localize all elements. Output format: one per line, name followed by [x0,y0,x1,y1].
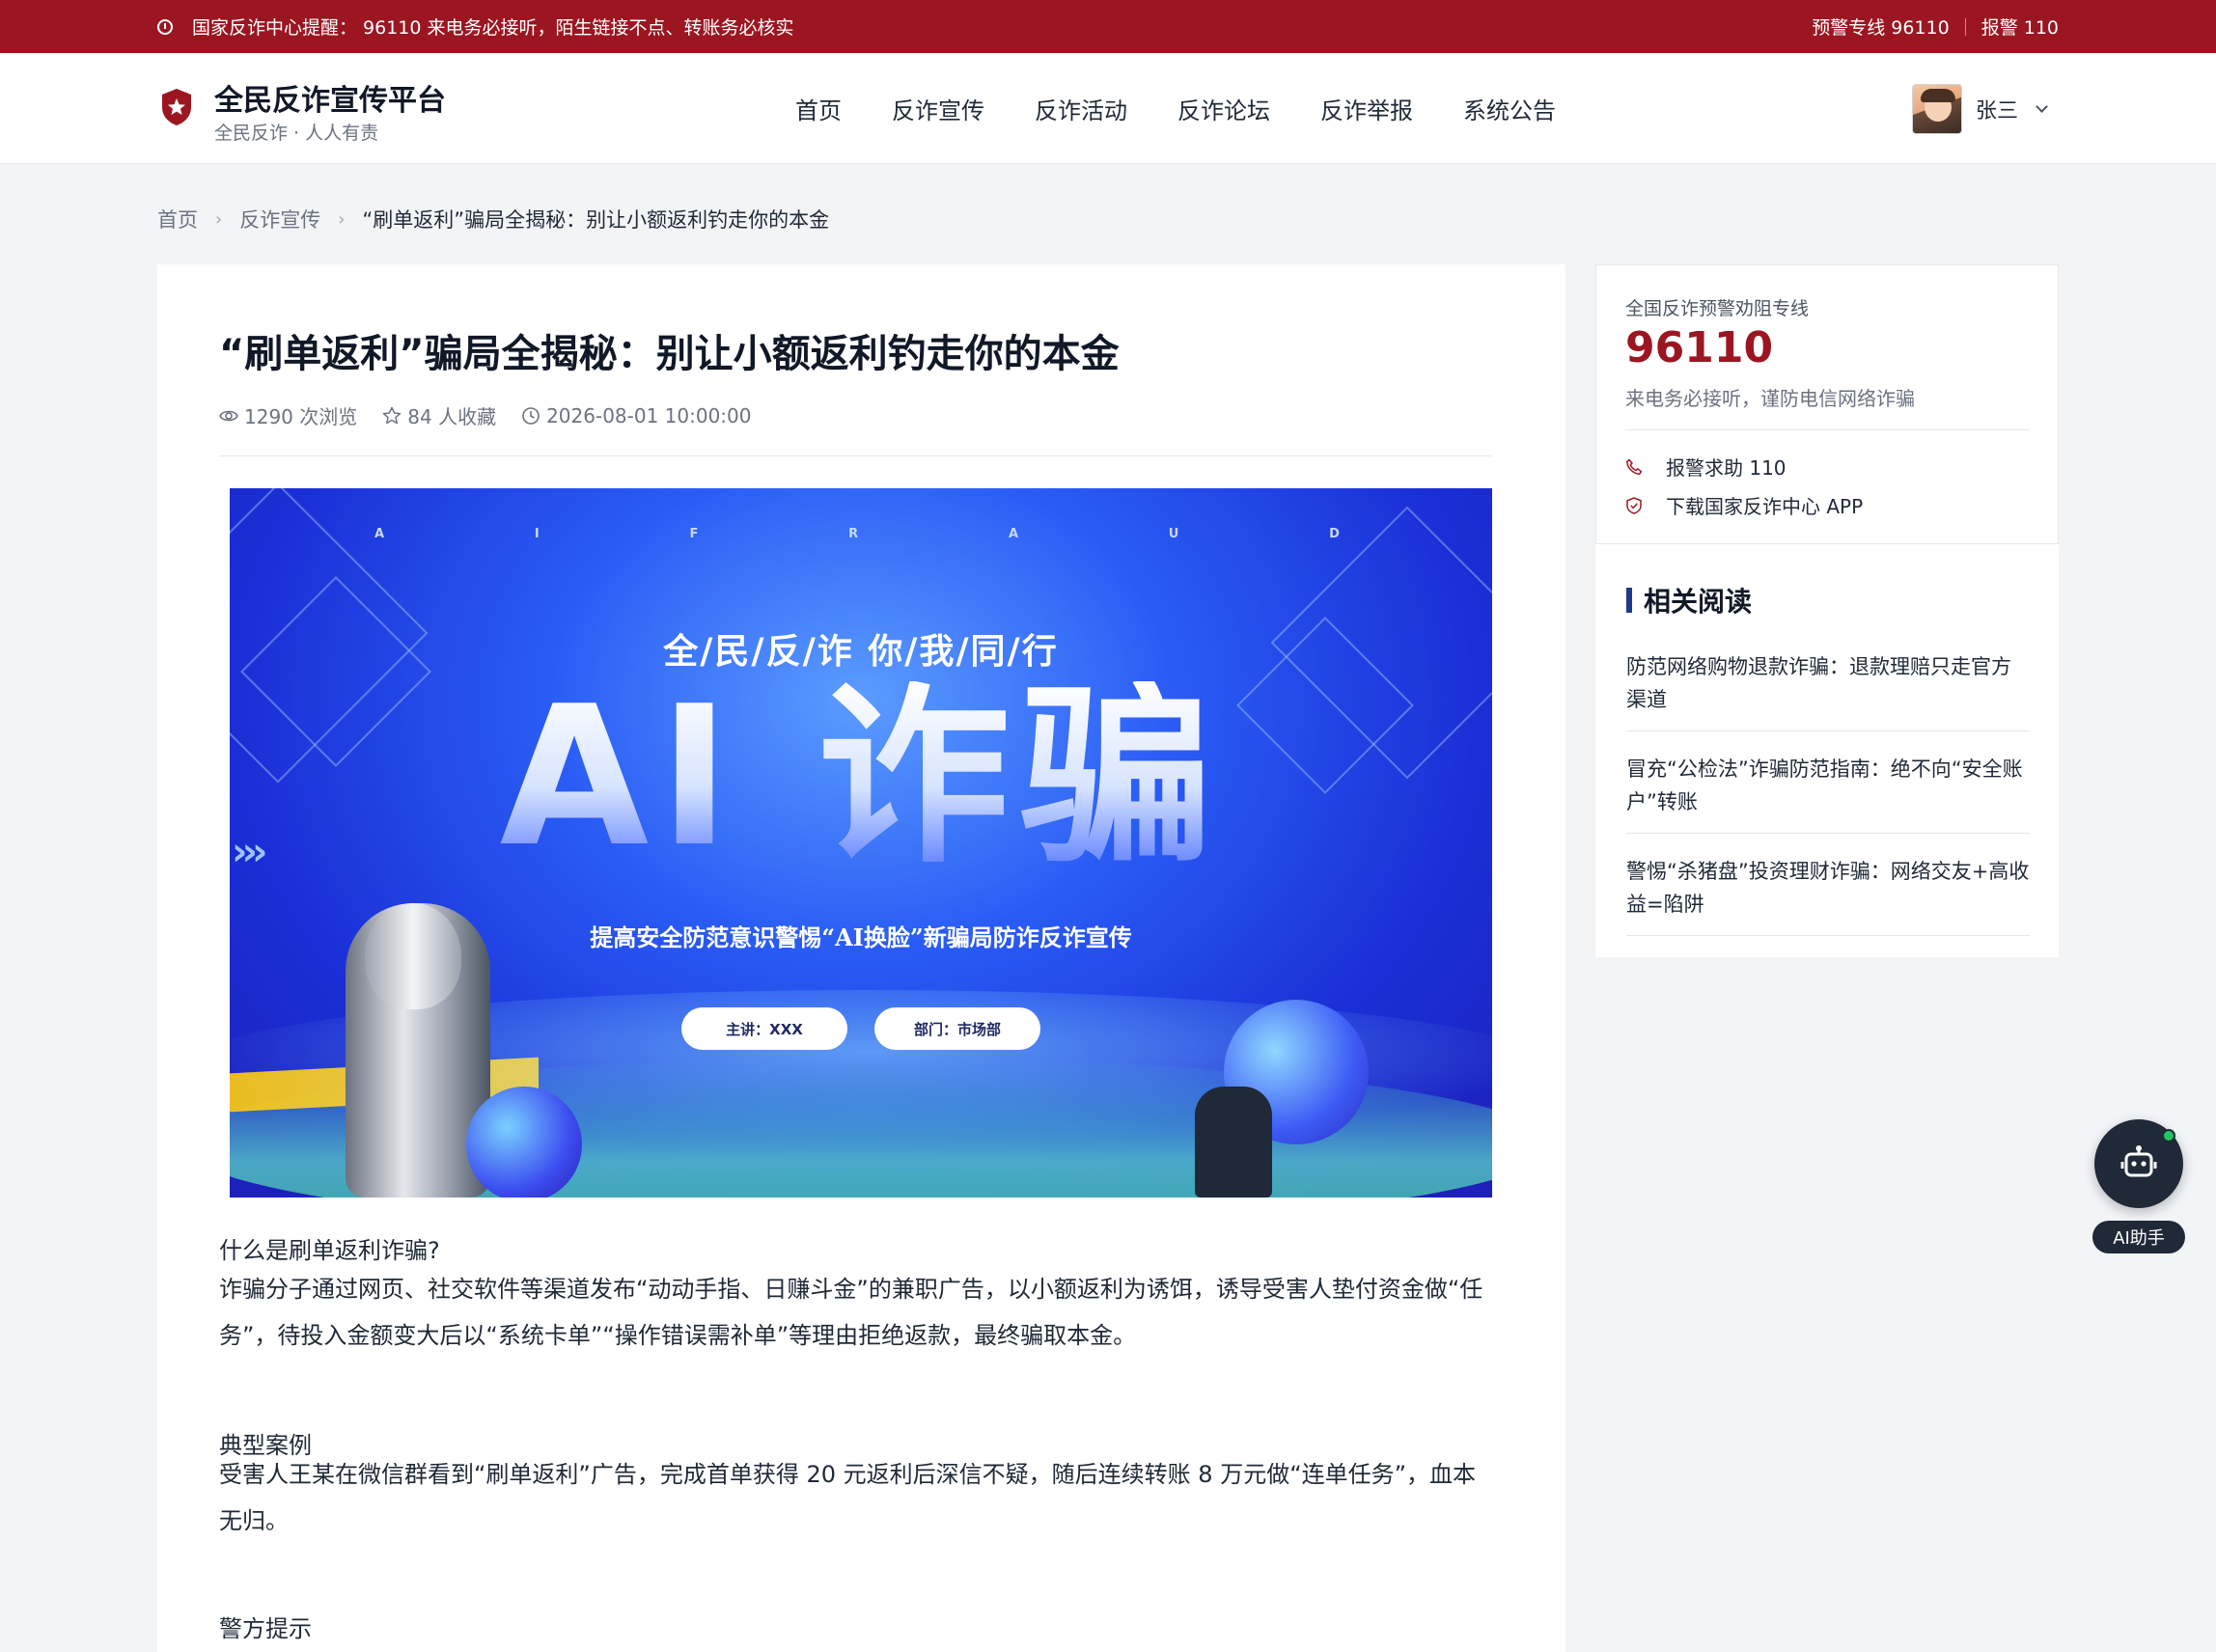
online-status-dot [2162,1129,2175,1143]
related-list: 防范网络购物退款诈骗：退款理赔只走官方渠道 冒充“公检法”诈骗防范指南：绝不向“… [1626,647,2030,953]
chevron-right-icon: › [338,208,346,230]
related-item[interactable]: 冒充“公检法”诈骗防范指南：绝不向“安全账户”转账 [1626,749,2030,834]
clock-icon [522,406,540,425]
decor-shape [466,1087,582,1198]
user-menu[interactable]: 张三 [1911,84,2048,134]
nav-announcements[interactable]: 系统公告 [1463,92,1556,125]
accent-bar [1626,588,1632,613]
nav-publicity[interactable]: 反诈宣传 [892,92,984,125]
section-heading-tips: 警方提示 [219,1615,312,1642]
police-help-link[interactable]: 报警求助 110 [1625,453,1787,481]
article-banner-image: A I F R A U D ››› 全/民/反/诈 你/我/同/行 AI 诈骗 … [230,488,1492,1198]
article-card: “刷单返利”骗局全揭秘：别让小额返利钓走你的本金 1290 次浏览 84 人收藏… [157,264,1565,1652]
related-item[interactable]: 警惕“杀猪盘”投资理财诈骗：网络交友+高收益=陷阱 [1626,851,2030,936]
article-title: “刷单返利”骗局全揭秘：别让小额返利钓走你的本金 [219,332,1120,376]
site-header: 全民反诈宣传平台 全民反诈 · 人人有责 首页 反诈宣传 反诈活动 反诈论坛 反… [0,53,2216,164]
nav-forum[interactable]: 反诈论坛 [1177,92,1270,125]
info-icon [157,18,173,35]
breadcrumb-current: “刷单返利”骗局全揭秘：别让小额返利钓走你的本金 [362,208,830,232]
publish-date: 2026-08-01 10:00:00 [546,403,752,427]
eye-icon [219,410,238,421]
alert-notice-text: 国家反诈中心提醒： 96110 来电务必接听，陌生链接不点、转账务必核实 [192,17,794,39]
related-item[interactable]: 防范网络购物退款诈骗：退款理赔只走官方渠道 [1626,647,2030,731]
user-name[interactable]: 张三 [1976,94,2018,124]
article-meta: 1290 次浏览 84 人收藏 2026-08-01 10:00:00 [219,401,777,429]
banner-dept-pill: 部门：市场部 [874,1007,1040,1050]
nav-home[interactable]: 首页 [795,92,842,125]
chevron-right-icon: › [215,208,223,230]
phone-icon [1625,458,1643,475]
shield-logo-icon[interactable] [160,88,193,126]
hotline-link[interactable]: 预警专线 96110 [1812,14,1949,40]
divider [1625,429,2029,430]
hotline-card: 全国反诈预警劝阻专线 96110 来电务必接听，谨防电信网络诈骗 报警求助 11… [1595,264,2059,544]
star-icon[interactable] [382,406,402,426]
hacker-illustration [1195,1087,1272,1198]
breadcrumb-home[interactable]: 首页 [157,205,198,234]
main-nav: 首页 反诈宣传 反诈活动 反诈论坛 反诈举报 系统公告 [795,53,1606,164]
brand-title[interactable]: 全民反诈宣传平台 [214,76,446,119]
robot-head-illustration [365,903,461,1009]
download-app-link[interactable]: 下载国家反诈中心 APP [1625,491,1863,519]
hotline-number[interactable]: 96110 [1625,323,1773,372]
view-count: 1290 次浏览 [244,405,358,428]
alert-bar: 国家反诈中心提醒： 96110 来电务必接听，陌生链接不点、转账务必核实 预警专… [0,0,2216,53]
alert-notice: 国家反诈中心提醒： 96110 来电务必接听，陌生链接不点、转账务必核实 [157,0,794,53]
shield-check-icon [1626,496,1642,514]
avatar[interactable] [1911,84,1962,134]
divider [219,455,1491,456]
paragraph-definition: 诈骗分子通过网页、社交软件等渠道发布“动动手指、日赚斗金”的兼职广告，以小额返利… [219,1276,1483,1349]
brand-subtitle: 全民反诈 · 人人有责 [214,123,379,144]
robot-icon[interactable] [2118,1143,2160,1185]
banner-headline: AI 诈骗 [230,681,1492,874]
paragraph-case: 受害人王某在微信群看到“刷单返利”广告，完成首单获得 20 元返利后深信不疑，随… [219,1461,1477,1534]
banner-speaker-pill: 主讲：XXX [681,1007,847,1050]
hotline-label: 全国反诈预警劝阻专线 [1625,298,1810,319]
police-link[interactable]: 报警 110 [1981,14,2059,40]
hotline-note: 来电务必接听，谨防电信网络诈骗 [1625,387,1915,410]
nav-activities[interactable]: 反诈活动 [1035,92,1127,125]
related-reading-card: 相关阅读 防范网络购物退款诈骗：退款理赔只走官方渠道 冒充“公检法”诈骗防范指南… [1595,544,2059,957]
favorite-button[interactable]: 84 人收藏 [382,401,496,429]
breadcrumb: 首页 › 反诈宣传 › “刷单返利”骗局全揭秘：别让小额返利钓走你的本金 [157,205,829,234]
banner-letters: A I F R A U D [374,527,1340,541]
chevron-down-icon[interactable] [2036,99,2048,113]
favorite-count[interactable]: 84 人收藏 [407,401,496,429]
ai-assistant-label[interactable]: AI助手 [2092,1221,2185,1253]
breadcrumb-section[interactable]: 反诈宣传 [239,205,320,234]
nav-report[interactable]: 反诈举报 [1320,92,1413,125]
divider [1964,17,1966,36]
related-title: 相关阅读 [1626,581,1752,620]
